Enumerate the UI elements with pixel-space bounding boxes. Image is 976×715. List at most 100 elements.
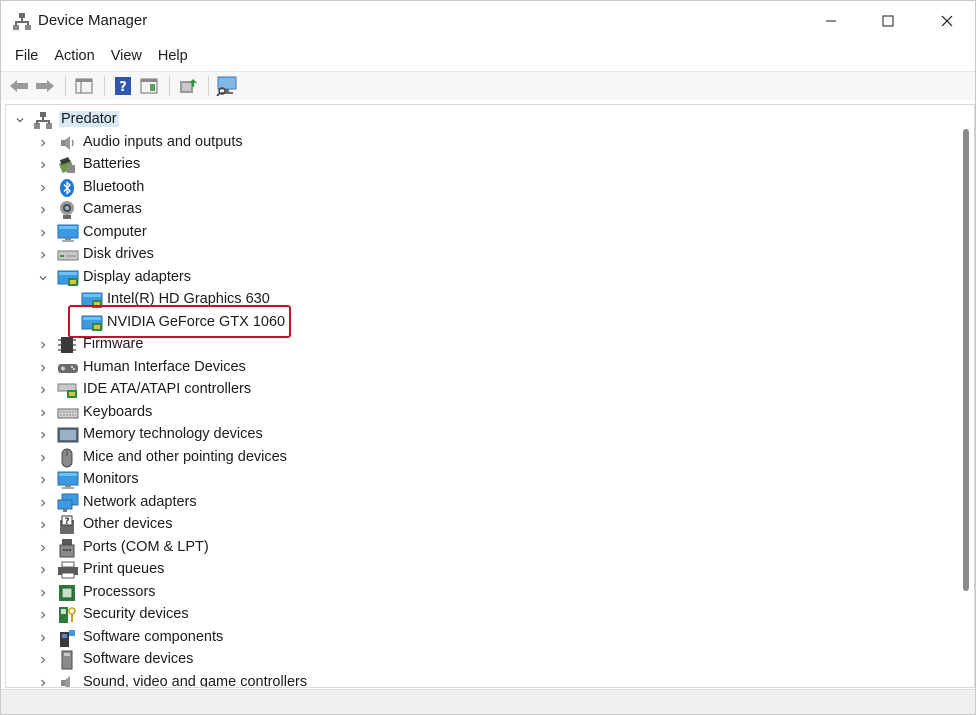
chevron-right-icon[interactable] <box>37 537 49 559</box>
computer-icon <box>57 223 79 243</box>
tree-item-security-devices[interactable]: Security devices <box>6 604 406 626</box>
tree-item-label: IDE ATA/ATAPI controllers <box>83 381 252 397</box>
back-button[interactable] <box>7 74 31 98</box>
tree-item-print-queues[interactable]: Print queues <box>6 559 406 581</box>
tree-item-display-adapters[interactable]: Display adapters <box>6 267 406 289</box>
chevron-right-icon[interactable] <box>37 199 49 221</box>
tree-item-ide-controllers[interactable]: IDE ATA/ATAPI controllers <box>6 379 406 401</box>
help-button[interactable]: ? <box>111 74 135 98</box>
tree-item-hid[interactable]: Human Interface Devices <box>6 357 406 379</box>
tree-item-label: Other devices <box>83 516 173 532</box>
tree-item-mice[interactable]: Mice and other pointing devices <box>6 447 406 469</box>
scan-hardware-button[interactable] <box>215 74 239 98</box>
tree-item-ports[interactable]: Ports (COM & LPT) <box>6 537 406 559</box>
chevron-right-icon[interactable] <box>37 649 49 671</box>
tree-item-disk-drives[interactable]: Disk drives <box>6 244 406 266</box>
chevron-right-icon[interactable] <box>37 514 49 536</box>
tree-item-label: Cameras <box>83 201 142 217</box>
tree-item-sound-video-game[interactable]: Sound, video and game controllers <box>6 672 406 688</box>
chevron-right-icon[interactable] <box>37 222 49 244</box>
chevron-right-icon[interactable] <box>37 154 49 176</box>
tree-item-label: Network adapters <box>83 494 197 510</box>
chevron-right-icon[interactable] <box>37 447 49 469</box>
update-driver-icon <box>180 79 197 93</box>
tree-item-label: Monitors <box>83 471 139 487</box>
chevron-right-icon[interactable] <box>37 672 49 687</box>
tree-item-network-adapters[interactable]: Network adapters <box>6 492 406 514</box>
tree-item-monitors[interactable]: Monitors <box>6 469 406 491</box>
tree-item-keyboards[interactable]: Keyboards <box>6 402 406 424</box>
tree-item-label: Processors <box>83 584 156 600</box>
tree-item-firmware[interactable]: Firmware <box>6 334 406 356</box>
forward-button[interactable] <box>33 74 57 98</box>
chevron-right-icon[interactable] <box>37 492 49 514</box>
menu-action[interactable]: Action <box>46 45 102 67</box>
firmware-icon <box>57 335 77 355</box>
minimize-button[interactable] <box>801 1 861 41</box>
mouse-icon <box>57 448 77 468</box>
tree-item-audio[interactable]: Audio inputs and outputs <box>6 132 406 154</box>
tree-root-label: Predator <box>59 111 119 127</box>
menu-view[interactable]: View <box>103 45 150 67</box>
toolbar-separator <box>169 76 170 96</box>
software-component-icon <box>57 628 77 648</box>
close-icon <box>941 15 953 27</box>
tree-item-cameras[interactable]: Cameras <box>6 199 406 221</box>
tree-item-label: Software components <box>83 629 224 645</box>
title-bar: Device Manager <box>1 1 975 41</box>
chevron-right-icon[interactable] <box>37 559 49 581</box>
tree-root-predator[interactable]: Predator <box>6 109 306 131</box>
vertical-scrollbar[interactable] <box>958 105 972 687</box>
scrollbar-thumb[interactable] <box>963 129 969 591</box>
tree-item-batteries[interactable]: Batteries <box>6 154 406 176</box>
tree-item-software-components[interactable]: Software components <box>6 627 406 649</box>
chevron-right-icon[interactable] <box>37 424 49 446</box>
tree-item-processors[interactable]: Processors <box>6 582 406 604</box>
maximize-button[interactable] <box>858 1 918 41</box>
chevron-right-icon[interactable] <box>37 357 49 379</box>
chevron-down-icon[interactable] <box>14 109 26 131</box>
tree-item-label: Human Interface Devices <box>83 359 246 375</box>
chevron-right-icon[interactable] <box>37 627 49 649</box>
properties-pane-icon <box>140 78 158 94</box>
menu-bar: File Action View Help <box>1 43 975 69</box>
chevron-right-icon[interactable] <box>37 177 49 199</box>
tree-item-label: Sound, video and game controllers <box>83 674 308 688</box>
chevron-right-icon[interactable] <box>37 469 49 491</box>
tree-item-label: Disk drives <box>83 246 154 262</box>
tree-item-label: Firmware <box>83 336 144 352</box>
speaker-icon <box>57 133 77 153</box>
tree-item-other-devices[interactable]: ? Other devices <box>6 514 406 536</box>
close-button[interactable] <box>917 1 976 41</box>
chevron-right-icon[interactable] <box>37 604 49 626</box>
toolbar-separator <box>208 76 209 96</box>
chevron-right-icon[interactable] <box>37 244 49 266</box>
tree-item-software-devices[interactable]: Software devices <box>6 649 406 671</box>
tree-item-label: Bluetooth <box>83 179 145 195</box>
update-driver-button[interactable] <box>176 74 200 98</box>
chevron-right-icon[interactable] <box>37 379 49 401</box>
properties-pane-button[interactable] <box>137 74 161 98</box>
display-adapter-icon <box>57 268 79 288</box>
tree-item-computer[interactable]: Computer <box>6 222 406 244</box>
chevron-right-icon[interactable] <box>37 132 49 154</box>
chevron-down-icon[interactable] <box>37 267 49 289</box>
memory-icon <box>57 425 79 445</box>
tree-item-memory-technology[interactable]: Memory technology devices <box>6 424 406 446</box>
menu-help[interactable]: Help <box>150 45 196 67</box>
chevron-right-icon[interactable] <box>37 402 49 424</box>
tree-item-bluetooth[interactable]: Bluetooth <box>6 177 406 199</box>
device-tree: Predator Audio inputs and outputs Batter… <box>5 104 975 688</box>
computer-tree-icon <box>33 110 53 130</box>
printer-icon <box>57 560 78 580</box>
hid-icon <box>57 358 78 378</box>
maximize-icon <box>882 15 894 27</box>
tree-item-label: Computer <box>83 224 147 240</box>
show-hide-tree-button[interactable] <box>72 74 96 98</box>
tree-item-label: Memory technology devices <box>83 426 263 442</box>
chevron-right-icon[interactable] <box>37 334 49 356</box>
tree-item-label: Batteries <box>83 156 141 172</box>
show-hide-tree-icon <box>75 78 93 94</box>
menu-file[interactable]: File <box>7 45 46 67</box>
chevron-right-icon[interactable] <box>37 582 49 604</box>
